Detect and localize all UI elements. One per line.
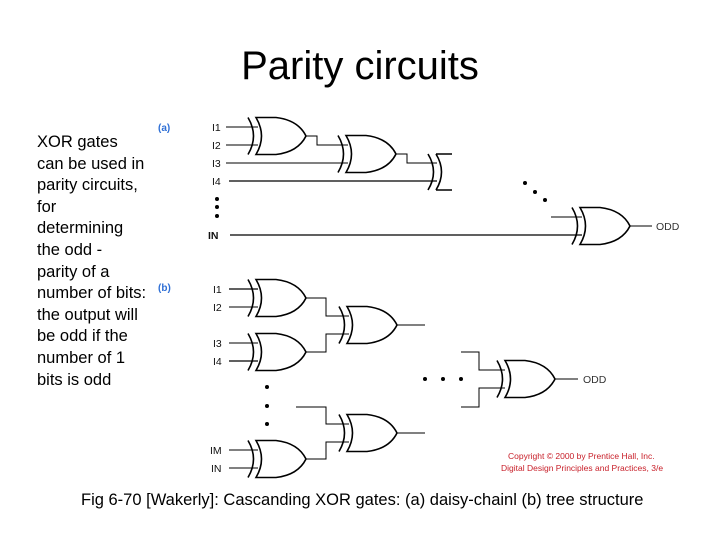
ellipsis-dot: [265, 422, 269, 426]
part-b-input-i4: I4: [213, 356, 222, 368]
xor-gate-a2: [337, 134, 397, 174]
part-a-input-i2: I2: [212, 140, 221, 152]
ellipsis-dot: [523, 181, 527, 185]
part-b-output-label: ODD: [583, 374, 607, 386]
ellipsis-dot: [459, 377, 463, 381]
wire-b-final-in1: [461, 351, 505, 371]
part-a-input-in: IN: [208, 230, 219, 242]
ellipsis-dot: [215, 197, 219, 201]
ellipsis-dot: [543, 198, 547, 202]
ellipsis-dot: [423, 377, 427, 381]
xor-gate-b-final: [496, 359, 556, 399]
part-a-input-i1: I1: [212, 122, 221, 134]
ellipsis-dot: [215, 214, 219, 218]
part-a-label: (a): [158, 123, 170, 134]
ellipsis-dot: [441, 377, 445, 381]
part-b-label: (b): [158, 283, 171, 294]
part-b-input-i3: I3: [213, 338, 222, 350]
ellipsis-dot: [215, 205, 219, 209]
part-a-output-label: ODD: [656, 221, 680, 233]
ellipsis-dot: [533, 190, 537, 194]
xor-gate-a3: [427, 153, 452, 191]
wire-b-final-in2: [461, 387, 505, 408]
xor-gate-b-last: [247, 439, 307, 479]
copyright-line1: Copyright © 2000 by Prentice Hall, Inc.: [508, 451, 655, 461]
part-b-input-im: IM: [210, 445, 222, 457]
wire-b-lower-in1: [296, 406, 349, 425]
figure-caption: Fig 6-70 [Wakerly]: Cascanding XOR gates…: [81, 491, 644, 509]
part-b-input-in: IN: [211, 463, 222, 475]
ellipsis-dot: [265, 385, 269, 389]
xor-gate-b1: [247, 278, 307, 318]
xor-gate-a-final: [571, 206, 631, 246]
part-b-input-i2: I2: [213, 302, 222, 314]
part-b-input-i1: I1: [213, 284, 222, 296]
xor-parity-diagram: (a) I1 I2 I3 I4 IN ODD (b) I1 I2 I3 I4 I…: [158, 116, 680, 479]
xor-gate-a1: [247, 116, 307, 156]
part-a-input-i3: I3: [212, 158, 221, 170]
copyright-line2: Digital Design Principles and Practices,…: [501, 463, 663, 473]
part-a-input-i4: I4: [212, 176, 221, 188]
xor-gate-b-level2: [338, 305, 398, 345]
xor-gate-b-lower: [338, 413, 398, 453]
ellipsis-dot: [265, 404, 269, 408]
xor-gate-b2: [247, 332, 307, 372]
